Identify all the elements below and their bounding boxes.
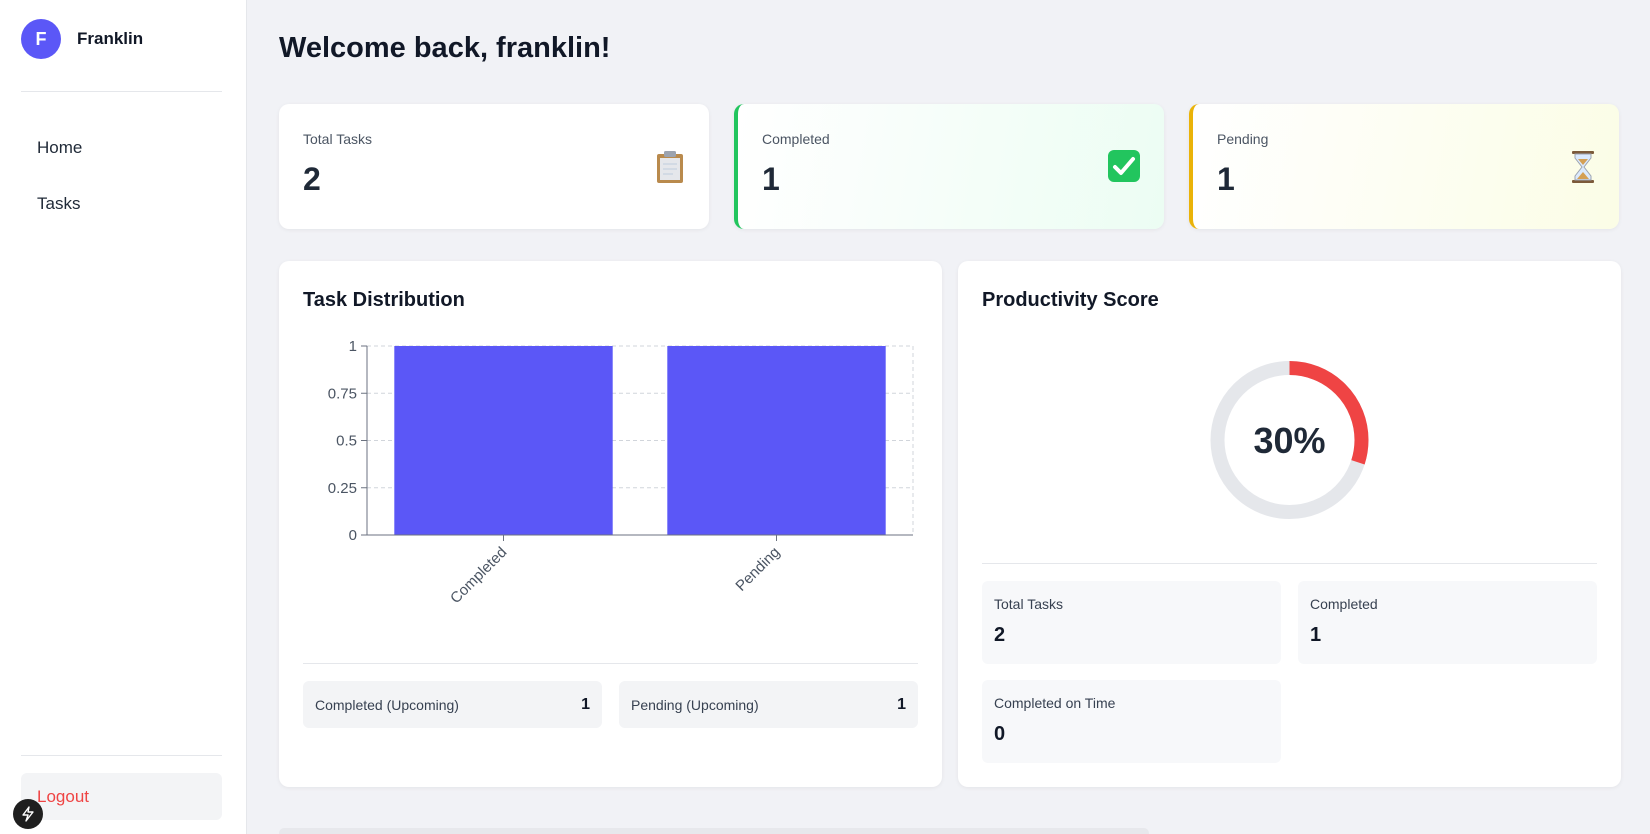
page-title: Welcome back, franklin! <box>279 32 611 64</box>
legend-value: 1 <box>897 695 906 713</box>
productivity-score-panel: Productivity Score 30% Total Tasks 2 Com… <box>958 261 1621 787</box>
mini-stat-value: 0 <box>994 723 1006 745</box>
sidebar-divider <box>21 755 222 756</box>
panel-title: Productivity Score <box>982 289 1159 311</box>
bar-pending <box>667 346 886 535</box>
logout-button[interactable]: Logout <box>21 773 222 820</box>
legend-completed-upcoming: Completed (Upcoming) 1 <box>303 681 602 728</box>
stat-label: Pending <box>1217 131 1269 147</box>
stat-value: 1 <box>1217 161 1235 197</box>
stat-card-pending: Pending 1 <box>1189 104 1619 229</box>
mini-stat-label: Completed on Time <box>994 695 1116 711</box>
sidebar-item-tasks[interactable]: Tasks <box>21 182 222 226</box>
task-distribution-panel: Task Distribution 0 0.25 0.5 0.75 1 Completed… <box>279 261 942 787</box>
y-tick-label: 0.75 <box>328 385 357 402</box>
scroll-shadow <box>279 828 1149 834</box>
panel-title: Task Distribution <box>303 289 465 311</box>
y-tick-label: 0.25 <box>328 480 357 497</box>
y-tick-label: 1 <box>349 338 357 355</box>
task-distribution-chart: 0 0.25 0.5 0.75 1 Completed Pending <box>328 338 914 607</box>
mini-stat-value: 1 <box>1310 624 1322 646</box>
sidebar-item-home[interactable]: Home <box>21 126 222 170</box>
bar-completed <box>394 346 613 535</box>
mini-stat-label: Completed <box>1310 596 1378 612</box>
panel-divider <box>982 563 1597 564</box>
mini-stat-total-tasks: Total Tasks 2 <box>982 581 1281 664</box>
avatar[interactable]: F <box>21 19 61 59</box>
lightning-icon[interactable] <box>13 799 43 829</box>
user-name: Franklin <box>77 29 144 48</box>
mini-stat-value: 2 <box>994 624 1006 646</box>
logout-label: Logout <box>37 786 89 806</box>
stat-value: 2 <box>303 161 321 197</box>
legend-pending-upcoming: Pending (Upcoming) 1 <box>619 681 918 728</box>
stat-card-total-tasks: Total Tasks 2 <box>279 104 709 229</box>
panel-divider <box>303 663 918 664</box>
clipboard-icon <box>655 150 685 189</box>
legend-value: 1 <box>581 695 590 713</box>
sidebar-item-label: Home <box>37 138 83 157</box>
stat-label: Completed <box>762 131 830 147</box>
productivity-score-value: 30% <box>1253 420 1326 461</box>
x-tick-label: Pending <box>732 544 783 595</box>
mini-stat-completed-on-time: Completed on Time 0 <box>982 680 1281 763</box>
sidebar: F Franklin Home Tasks Logout <box>0 0 247 834</box>
y-tick-label: 0.5 <box>336 433 357 450</box>
sidebar-divider <box>21 91 222 92</box>
x-tick-label: Completed <box>447 544 510 607</box>
sidebar-item-label: Tasks <box>37 194 81 213</box>
stat-value: 1 <box>762 161 780 197</box>
user-profile[interactable]: F Franklin <box>21 19 143 59</box>
y-tick-label: 0 <box>349 527 357 544</box>
legend-label: Completed (Upcoming) <box>315 696 459 713</box>
stat-card-completed: Completed 1 <box>734 104 1164 229</box>
mini-stat-completed: Completed 1 <box>1298 581 1597 664</box>
legend-label: Pending (Upcoming) <box>631 696 759 713</box>
mini-stat-label: Total Tasks <box>994 596 1063 612</box>
hourglass-icon <box>1571 150 1595 189</box>
stat-label: Total Tasks <box>303 131 372 147</box>
check-mark-icon <box>1108 150 1140 187</box>
